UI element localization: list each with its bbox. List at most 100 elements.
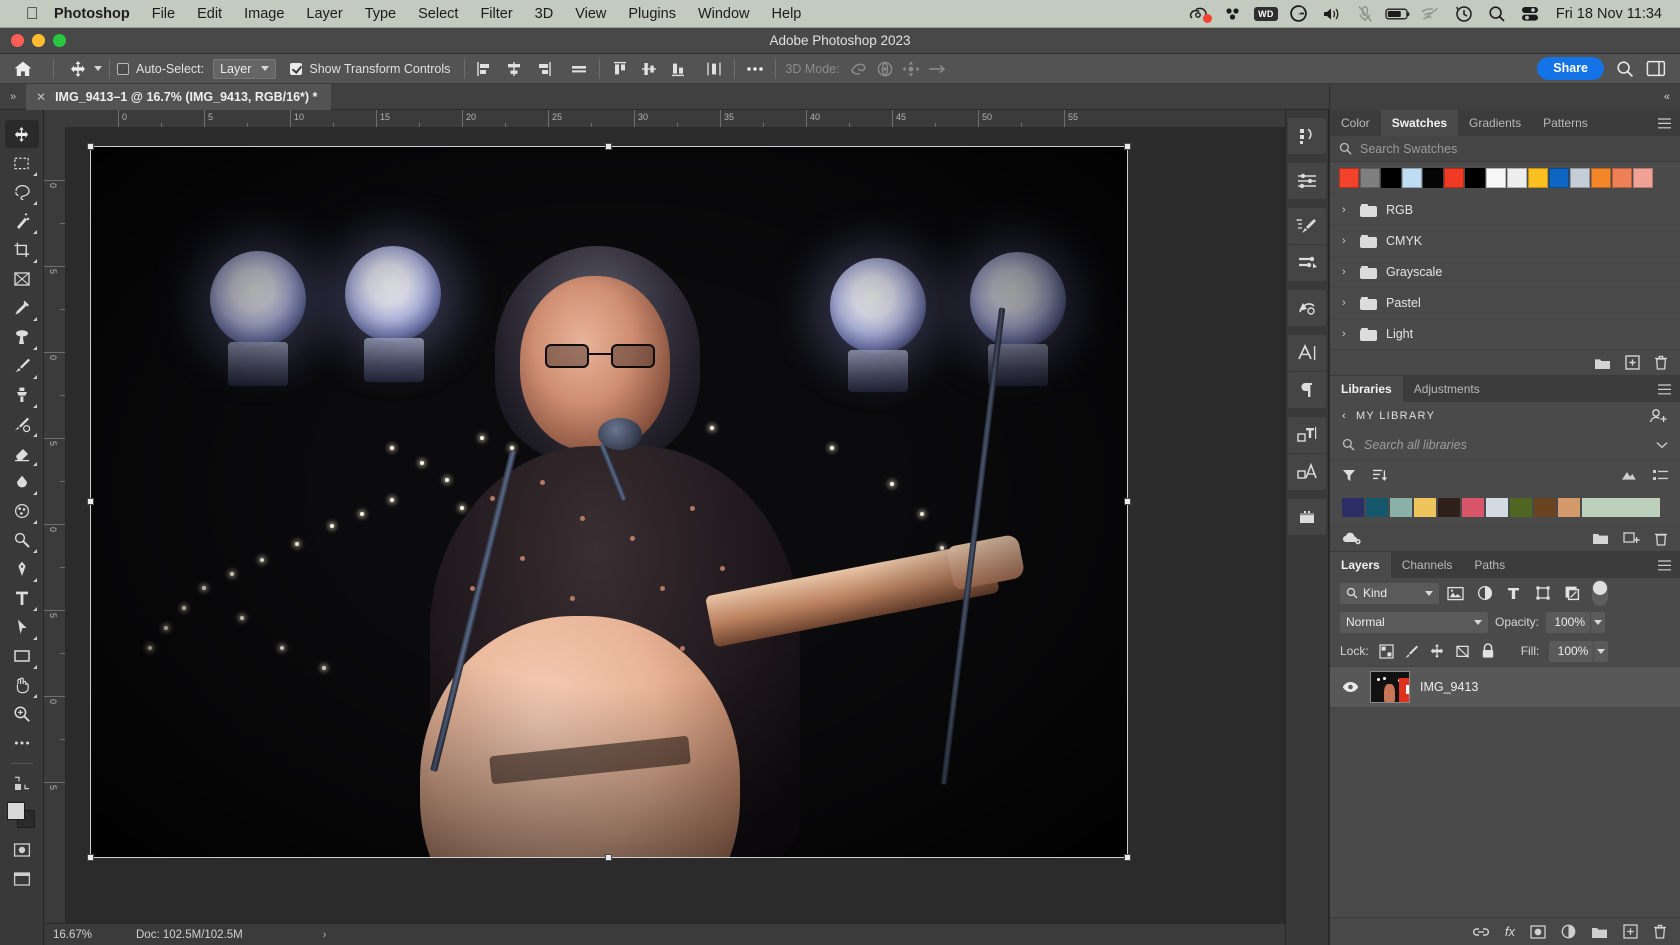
tool-object-selection[interactable] <box>5 207 39 235</box>
screen-recording-icon[interactable] <box>1185 2 1215 26</box>
tool-rectangle[interactable] <box>5 642 39 670</box>
new-library-group-icon[interactable] <box>1592 531 1609 545</box>
tool-dodge[interactable] <box>5 526 39 554</box>
library-swatch[interactable] <box>1390 498 1412 517</box>
delete-swatch-icon[interactable] <box>1654 355 1668 370</box>
filter-icon[interactable] <box>1342 468 1356 482</box>
fill-value[interactable]: 100% <box>1549 641 1593 662</box>
menu-item-select[interactable]: Select <box>407 6 469 22</box>
library-swatch[interactable] <box>1342 498 1364 517</box>
libraries-search-input[interactable]: Search all libraries <box>1364 438 1467 452</box>
swatch[interactable] <box>1507 168 1527 188</box>
horizontal-ruler[interactable]: 0 5 10 15 20 25 30 35 40 45 50 55 <box>66 110 1285 128</box>
canvas-area[interactable]: 0 5 10 15 20 25 30 35 40 45 50 55 0 <box>44 110 1285 945</box>
tool-history-brush[interactable] <box>5 410 39 438</box>
panel-menu-icon[interactable] <box>1649 376 1680 402</box>
document-tab[interactable]: ✕ IMG_9413–1 @ 16.7% (IMG_9413, RGB/16*)… <box>26 84 331 110</box>
swatch[interactable] <box>1444 168 1464 188</box>
dropbox-icon[interactable] <box>1218 2 1248 26</box>
opacity-control[interactable]: 100% <box>1546 612 1605 633</box>
brush-settings-panel-icon[interactable] <box>1288 208 1326 244</box>
eye-icon[interactable] <box>1340 681 1360 693</box>
tool-rectangular-select[interactable] <box>5 149 39 177</box>
tool-pen[interactable] <box>5 555 39 583</box>
add-collaborator-icon[interactable] <box>1649 408 1668 424</box>
adjustment-layer-icon[interactable] <box>1561 924 1576 939</box>
layer-list[interactable]: IMG_9413 <box>1330 666 1680 917</box>
lock-transparent-pixels-icon[interactable] <box>1379 644 1394 659</box>
paragraph-panel-icon[interactable] <box>1288 372 1326 408</box>
tab-color[interactable]: Color <box>1330 110 1381 136</box>
align-left-edges-icon[interactable] <box>472 57 498 81</box>
tab-channels[interactable]: Channels <box>1391 552 1464 578</box>
filter-adjustment-layers-icon[interactable] <box>1472 582 1497 604</box>
swatch[interactable] <box>1423 168 1443 188</box>
layer-thumbnail[interactable] <box>1370 671 1410 703</box>
tool-brush[interactable] <box>5 352 39 380</box>
swatch[interactable] <box>1381 168 1401 188</box>
lock-image-pixels-icon[interactable] <box>1404 644 1419 659</box>
tool-eraser[interactable] <box>5 439 39 467</box>
library-swatch[interactable] <box>1582 498 1660 517</box>
swatch-group-light[interactable]: › Light <box>1330 318 1680 349</box>
tool-frame[interactable] <box>5 265 39 293</box>
menu-item-edit[interactable]: Edit <box>186 6 233 22</box>
menu-bar-clock[interactable]: Fri 18 Nov 11:34 <box>1548 6 1668 22</box>
character-panel-icon[interactable] <box>1288 335 1326 371</box>
grammarly-icon[interactable] <box>1284 2 1314 26</box>
swatch[interactable] <box>1633 168 1653 188</box>
swatch-group-grayscale[interactable]: › Grayscale <box>1330 256 1680 287</box>
delete-layer-icon[interactable] <box>1653 924 1667 939</box>
layer-mask-icon[interactable] <box>1530 925 1546 939</box>
library-swatch[interactable] <box>1486 498 1508 517</box>
cloud-sync-icon[interactable] <box>1342 531 1362 545</box>
active-tool-move[interactable] <box>61 60 102 78</box>
new-group-icon[interactable] <box>1594 356 1611 370</box>
layer-name[interactable]: IMG_9413 <box>1420 680 1478 694</box>
library-swatch[interactable] <box>1558 498 1580 517</box>
tab-adjustments[interactable]: Adjustments <box>1403 376 1491 402</box>
align-top-edges-icon[interactable] <box>607 57 633 81</box>
menu-item-plugins[interactable]: Plugins <box>617 6 687 22</box>
tool-lasso[interactable] <box>5 178 39 206</box>
view-size-icon[interactable] <box>1621 469 1637 482</box>
tool-crop[interactable] <box>5 236 39 264</box>
menu-item-3d[interactable]: 3D <box>524 6 565 22</box>
swatches-search-row[interactable]: Search Swatches <box>1330 136 1680 162</box>
new-layer-icon[interactable] <box>1623 924 1638 939</box>
panel-options-icon[interactable] <box>1654 531 1668 546</box>
chevron-right-icon[interactable]: › <box>1342 204 1351 216</box>
menu-item-layer[interactable]: Layer <box>295 6 353 22</box>
tool-zoom[interactable] <box>5 700 39 728</box>
menu-item-window[interactable]: Window <box>687 6 761 22</box>
swatch[interactable] <box>1570 168 1590 188</box>
lock-all-icon[interactable] <box>1481 643 1495 659</box>
tool-eyedropper[interactable] <box>5 294 39 322</box>
new-swatch-icon[interactable] <box>1625 355 1640 370</box>
layer-effects-icon[interactable]: fx <box>1505 924 1515 939</box>
swatch[interactable] <box>1528 168 1548 188</box>
image-canvas[interactable] <box>90 146 1128 858</box>
search-icon[interactable] <box>1616 60 1634 78</box>
link-layers-icon[interactable] <box>1472 926 1490 938</box>
tool-edit-toolbar[interactable] <box>5 729 39 757</box>
paragraph-styles-panel-icon[interactable] <box>1288 454 1326 490</box>
panel-menu-icon[interactable] <box>1649 110 1680 136</box>
filter-pixel-layers-icon[interactable] <box>1443 582 1468 604</box>
swatch[interactable] <box>1402 168 1422 188</box>
filter-smart-object-layers-icon[interactable] <box>1559 582 1584 604</box>
zoom-level[interactable]: 16.67% <box>44 929 118 941</box>
vertical-ruler[interactable]: 0 5 0 5 0 5 0 5 <box>44 128 66 945</box>
tab-gradients[interactable]: Gradients <box>1458 110 1532 136</box>
foreground-color-swatch[interactable] <box>7 802 25 820</box>
tool-hand[interactable] <box>5 671 39 699</box>
wd-drive-icon[interactable]: WD <box>1251 2 1281 26</box>
fill-stepper[interactable] <box>1593 641 1608 662</box>
menu-item-type[interactable]: Type <box>354 6 407 22</box>
library-swatch[interactable] <box>1414 498 1436 517</box>
microphone-muted-icon[interactable] <box>1350 2 1380 26</box>
tab-layers[interactable]: Layers <box>1330 552 1391 578</box>
chevron-down-icon[interactable] <box>1656 441 1668 449</box>
menu-item-image[interactable]: Image <box>233 6 295 22</box>
tab-patterns[interactable]: Patterns <box>1532 110 1599 136</box>
